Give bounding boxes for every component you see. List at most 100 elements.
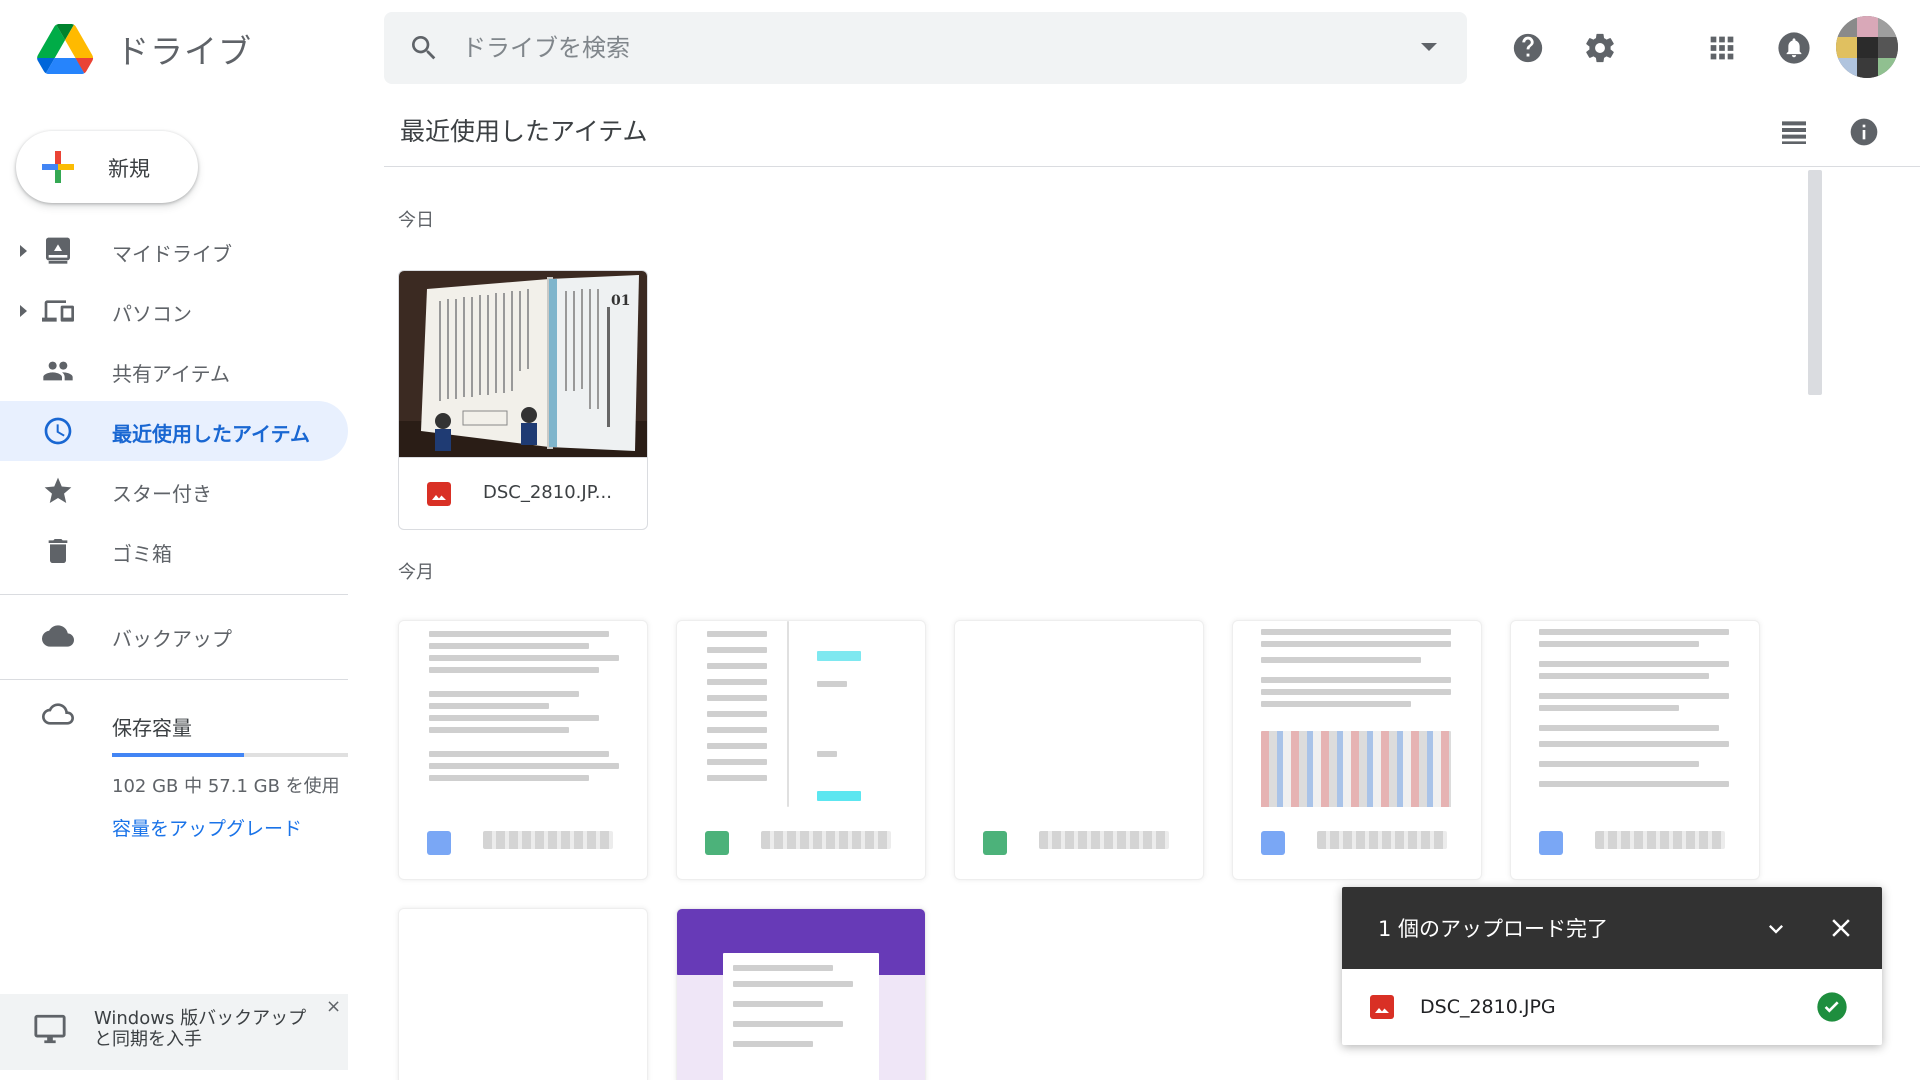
- search-input[interactable]: [462, 26, 1342, 70]
- plus-icon: [42, 151, 74, 183]
- list-view-button[interactable]: [1778, 116, 1814, 152]
- docs-file-icon: [1261, 831, 1285, 855]
- gear-icon: [1586, 33, 1614, 63]
- promo-close-icon[interactable]: ×: [326, 996, 341, 1017]
- sidebar-item-my-drive[interactable]: マイドライブ: [0, 221, 348, 281]
- cloud-icon: [40, 620, 76, 652]
- search-options-dropdown-icon[interactable]: [1421, 43, 1437, 51]
- upgrade-storage-link[interactable]: 容量をアップグレード: [112, 814, 302, 841]
- content-scrollbar[interactable]: [1808, 170, 1822, 395]
- upload-file-row[interactable]: DSC_2810.JPG: [1342, 969, 1882, 1045]
- file-card-sheet-2[interactable]: [954, 620, 1204, 880]
- search-bar[interactable]: [384, 12, 1467, 84]
- sidebar-divider: [0, 679, 348, 680]
- file-thumbnail: [1233, 621, 1481, 807]
- upload-status-panel: 1 個のアップロード完了 DSC_2810.JPG: [1342, 887, 1882, 1045]
- drive-logo[interactable]: ドライブ: [36, 24, 252, 74]
- cloud-outline-icon: [40, 698, 76, 730]
- app-name: ドライブ: [116, 32, 252, 71]
- sidebar-divider: [0, 594, 348, 595]
- help-button[interactable]: [1506, 26, 1550, 70]
- file-card-footer: [677, 807, 925, 879]
- apps-grid-icon: [1710, 36, 1734, 60]
- storage-usage-bar: [112, 753, 348, 757]
- file-card-footer: DSC_2810.JP...: [399, 457, 647, 529]
- image-file-icon: [427, 482, 451, 506]
- file-name-blurred: [1317, 831, 1447, 849]
- new-button-label: 新規: [108, 157, 150, 181]
- apps-button[interactable]: [1700, 26, 1744, 70]
- file-name-blurred: [1595, 831, 1725, 849]
- file-card-footer: [399, 807, 647, 879]
- sidebar-item-computers[interactable]: パソコン: [0, 281, 348, 341]
- computers-icon: [40, 295, 76, 327]
- sidebar-item-label: 最近使用したアイテム: [112, 422, 310, 446]
- file-card-doc-3[interactable]: [1510, 620, 1760, 880]
- clock-icon: [40, 415, 76, 447]
- sidebar-item-recent[interactable]: 最近使用したアイテム: [0, 401, 348, 461]
- file-thumbnail: 01: [399, 271, 647, 457]
- upload-panel-header: 1 個のアップロード完了: [1342, 887, 1882, 969]
- sidebar-item-label: スター付き: [112, 482, 212, 506]
- list-view-icon: [1782, 121, 1806, 144]
- section-today: 今日: [398, 210, 434, 231]
- my-drive-icon: [40, 235, 76, 267]
- file-thumbnail: [1511, 621, 1759, 807]
- new-button[interactable]: 新規: [16, 131, 198, 203]
- section-this-month: 今月: [398, 562, 434, 583]
- sidebar-item-label: ゴミ箱: [112, 542, 172, 566]
- docs-file-icon: [1539, 831, 1563, 855]
- drive-app: ドライブ ドライブを検索 新規 マイドライブ パソコン 共有アイテム 最近使用し…: [0, 0, 1920, 1080]
- sidebar-item-backup[interactable]: バックアップ: [0, 606, 348, 666]
- file-name-blurred: [483, 831, 613, 849]
- book-photo-image: 01: [399, 271, 647, 457]
- file-thumbnail: [399, 621, 647, 807]
- trash-icon: [40, 535, 76, 567]
- file-thumbnail: [955, 621, 1203, 807]
- sidebar-item-starred[interactable]: スター付き: [0, 461, 348, 521]
- backup-sync-promo[interactable]: Windows 版バックアップと同期を入手 ×: [0, 994, 348, 1070]
- file-name-blurred: [1039, 831, 1169, 849]
- star-icon: [40, 475, 76, 507]
- storage-usage-text: 102 GB 中 57.1 GB を使用: [112, 776, 340, 797]
- sheets-file-icon: [983, 831, 1007, 855]
- settings-button[interactable]: [1578, 26, 1622, 70]
- docs-file-icon: [427, 831, 451, 855]
- close-icon[interactable]: [1826, 913, 1856, 943]
- file-card-blank[interactable]: [398, 908, 648, 1080]
- promo-text: Windows 版バックアップと同期を入手: [94, 1008, 307, 1050]
- sidebar-item-label: 共有アイテム: [112, 362, 230, 386]
- image-file-icon: [1370, 995, 1394, 1019]
- file-card-doc-1[interactable]: [398, 620, 648, 880]
- file-card-footer: [955, 807, 1203, 879]
- bell-icon: [1778, 32, 1810, 64]
- expand-arrow-icon[interactable]: [20, 245, 27, 257]
- shared-people-icon: [40, 355, 76, 387]
- details-button[interactable]: [1848, 116, 1884, 152]
- svg-text:01: 01: [611, 293, 630, 309]
- upload-status-title: 1 個のアップロード完了: [1378, 917, 1609, 941]
- file-name-blurred: [761, 831, 891, 849]
- file-card-doc-2[interactable]: [1232, 620, 1482, 880]
- expand-arrow-icon[interactable]: [20, 305, 27, 317]
- chevron-down-icon[interactable]: [1762, 915, 1790, 943]
- notifications-button[interactable]: [1772, 26, 1816, 70]
- storage-label: 保存容量: [112, 716, 192, 740]
- sidebar-item-label: パソコン: [112, 302, 192, 326]
- file-thumbnail: [677, 909, 925, 1080]
- help-icon: [1513, 33, 1543, 63]
- check-circle-icon: [1817, 992, 1847, 1022]
- file-thumbnail: [677, 621, 925, 807]
- file-card-sheet-1[interactable]: [676, 620, 926, 880]
- header-separator: [384, 166, 1920, 167]
- sidebar-item-trash[interactable]: ゴミ箱: [0, 521, 348, 581]
- search-icon[interactable]: [408, 32, 440, 64]
- account-avatar[interactable]: [1836, 16, 1898, 78]
- drive-logo-icon: [37, 24, 94, 74]
- file-card-footer: [1511, 807, 1759, 879]
- file-card-dsc-2810[interactable]: 01 DSC_2810.JP...: [398, 270, 648, 530]
- file-card-form[interactable]: [676, 908, 926, 1080]
- sidebar-item-shared[interactable]: 共有アイテム: [0, 341, 348, 401]
- info-icon: [1850, 118, 1878, 146]
- file-thumbnail: [399, 909, 647, 1080]
